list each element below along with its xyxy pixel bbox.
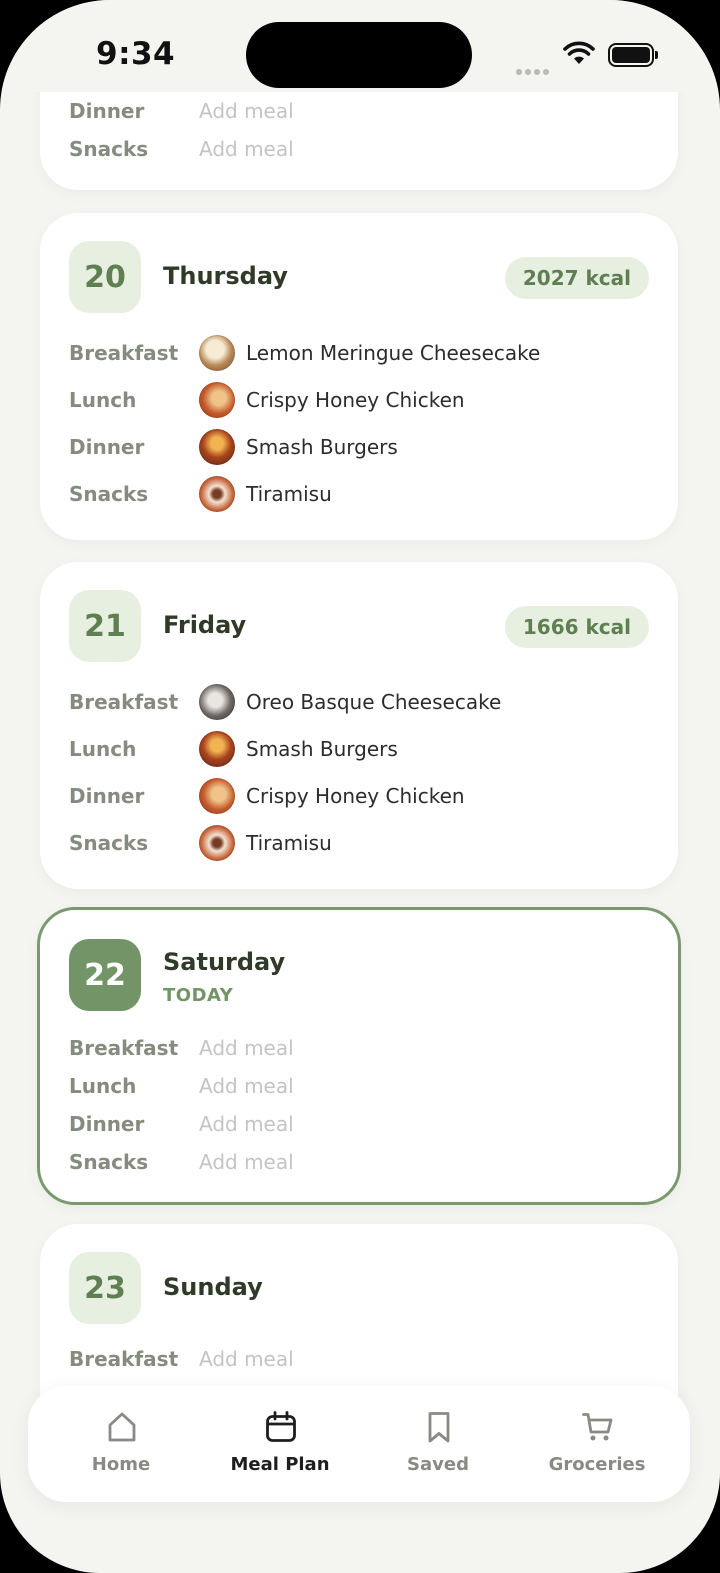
meal-row[interactable]: Dinner Smash Burgers [69,427,658,467]
day-name: Thursday [163,262,288,290]
add-meal-link[interactable]: Add meal [199,1347,294,1371]
meal-row[interactable]: Snacks Add meal [69,129,658,169]
day-date-badge: 20 [69,241,141,313]
tab-label: Home [91,1454,151,1475]
meal-row[interactable]: Lunch Smash Burgers [69,729,658,769]
add-meal-link[interactable]: Add meal [199,99,294,123]
home-icon [108,1412,136,1442]
bookmark-icon [428,1412,450,1443]
meal-row[interactable]: Lunch Add meal [69,1066,658,1106]
meal-label: Snacks [69,482,149,506]
dynamic-island [246,22,472,88]
meal-name[interactable]: Lemon Meringue Cheesecake [246,341,540,365]
day-date-badge: 22 [69,939,141,1011]
meal-name[interactable]: Smash Burgers [246,435,398,459]
meal-label: Dinner [69,99,145,123]
add-meal-link[interactable]: Add meal [199,1036,294,1060]
meal-thumbnail [199,476,235,512]
meal-label: Dinner [69,435,145,459]
kcal-badge: 1666 kcal [504,606,649,648]
status-bar: 9:34 [0,0,720,92]
meal-name[interactable]: Tiramisu [246,831,332,855]
meal-label: Breakfast [69,1347,179,1371]
meal-row[interactable]: Dinner Add meal [69,1104,658,1144]
tab-label: Groceries [548,1454,646,1475]
today-tag: TODAY [163,985,234,1006]
tab-home[interactable]: Home [46,1386,196,1502]
meal-row[interactable]: Dinner Crispy Honey Chicken [69,776,658,816]
meal-row[interactable]: Breakfast Lemon Meringue Cheesecake [69,333,658,373]
meal-row[interactable]: Breakfast Add meal [69,1028,658,1068]
tab-saved[interactable]: Saved [363,1386,513,1502]
meal-label: Breakfast [69,690,179,714]
meal-thumbnail [199,429,235,465]
meal-thumbnail [199,731,235,767]
meal-name[interactable]: Crispy Honey Chicken [246,784,465,808]
meal-label: Snacks [69,1150,149,1174]
cellular-signal-icon [516,60,552,75]
meal-label: Lunch [69,737,137,761]
day-name: Friday [163,611,247,639]
meal-row[interactable]: Breakfast Oreo Basque Cheesecake [69,682,658,722]
meal-row[interactable]: Lunch Crispy Honey Chicken [69,380,658,420]
meal-row[interactable]: Snacks Tiramisu [69,823,658,863]
meal-thumbnail [199,335,235,371]
meal-thumbnail [199,684,235,720]
meal-row[interactable]: Dinner Add meal [69,91,658,131]
cart-icon [582,1413,613,1441]
meal-name[interactable]: Crispy Honey Chicken [246,388,465,412]
day-name: Sunday [163,1273,263,1301]
meal-name[interactable]: Oreo Basque Cheesecake [246,690,501,714]
kcal-badge: 2027 kcal [504,257,649,299]
wifi-icon [563,41,595,64]
meal-label: Breakfast [69,1036,179,1060]
add-meal-link[interactable]: Add meal [199,1074,294,1098]
meal-label: Breakfast [69,341,179,365]
phone-screen: 9:34 Dinner Add meal Snacks Add meal 20 … [0,0,720,1573]
meal-name[interactable]: Tiramisu [246,482,332,506]
meal-row[interactable]: Snacks Add meal [69,1142,658,1182]
meal-thumbnail [199,778,235,814]
day-name: Saturday [163,948,286,976]
battery-icon [608,43,658,67]
meal-label: Dinner [69,784,145,808]
bottom-tab-bar: Home Meal Plan Saved Groceries [28,1386,690,1502]
meal-label: Dinner [69,1112,145,1136]
meal-thumbnail [199,825,235,861]
meal-name[interactable]: Smash Burgers [246,737,398,761]
day-date-badge: 21 [69,590,141,662]
tab-label: Meal Plan [230,1454,330,1475]
day-card-thursday[interactable]: 20 Thursday 2027 kcal Breakfast Lemon Me… [40,213,678,540]
add-meal-link[interactable]: Add meal [199,137,294,161]
meal-row[interactable]: Breakfast Add meal [69,1339,658,1379]
day-card-friday[interactable]: 21 Friday 1666 kcal Breakfast Oreo Basqu… [40,562,678,889]
meal-label: Lunch [69,1074,137,1098]
add-meal-link[interactable]: Add meal [199,1112,294,1136]
meal-label: Snacks [69,137,149,161]
day-card-saturday-today[interactable]: 22 Saturday TODAY Breakfast Add meal Lun… [37,907,681,1205]
meal-label: Snacks [69,831,149,855]
tab-label: Saved [407,1454,469,1475]
tab-meal-plan[interactable]: Meal Plan [205,1386,355,1502]
meal-label: Lunch [69,388,137,412]
add-meal-link[interactable]: Add meal [199,1150,294,1174]
status-time: 9:34 [96,36,176,72]
calendar-icon [266,1411,296,1442]
day-date-badge: 23 [69,1252,141,1324]
tab-groceries[interactable]: Groceries [522,1386,672,1502]
meal-thumbnail [199,382,235,418]
meal-row[interactable]: Snacks Tiramisu [69,474,658,514]
